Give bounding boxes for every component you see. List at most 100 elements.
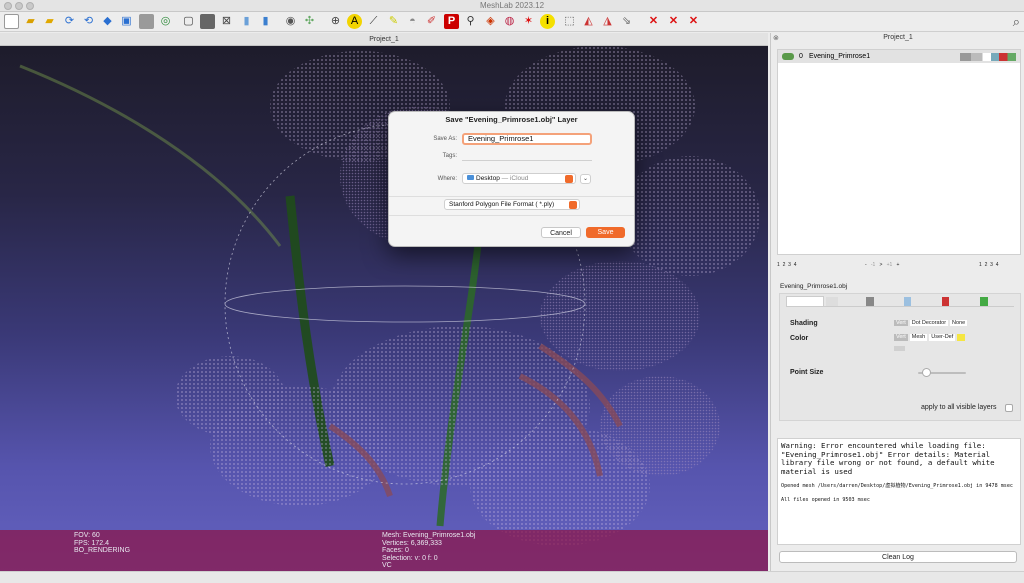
reload-icon[interactable]: ⟲	[81, 14, 96, 29]
chevron-updown-icon	[565, 175, 573, 183]
open-icon[interactable]: ▰	[23, 14, 38, 29]
tab-flat-icon[interactable]	[904, 297, 911, 306]
color-icon[interactable]: ◈	[483, 14, 498, 29]
select-region-icon[interactable]: ◮	[600, 14, 615, 29]
globe-icon[interactable]: ◍	[502, 14, 517, 29]
star-icon[interactable]: ✶	[521, 14, 536, 29]
clean-log-button[interactable]: Clean Log	[779, 551, 1017, 563]
point-size-slider[interactable]	[918, 368, 966, 377]
sphere-icon[interactable]: ◉	[283, 14, 298, 29]
layer-name: Evening_Primrose1	[809, 53, 871, 60]
align-icon[interactable]: ⊕	[328, 14, 343, 29]
save-layer-dialog: Save "Evening_Primrose1.obj" Layer Save …	[388, 111, 635, 247]
chevron-updown-icon	[569, 201, 577, 209]
camera-icon[interactable]: ▣	[119, 14, 134, 29]
select-cut-icon[interactable]: ⇘	[619, 14, 634, 29]
mesh-name: Mesh: Evening_Primrose1.obj	[382, 532, 476, 539]
delete-icon[interactable]: ✕	[646, 14, 661, 29]
lamp-icon[interactable]: ◓	[405, 14, 420, 29]
stack-icon[interactable]: ◎	[158, 14, 173, 29]
wireframe-icon[interactable]	[200, 14, 215, 29]
color-label: Color	[790, 335, 809, 342]
new-icon[interactable]	[4, 14, 19, 29]
tab-shading-icon[interactable]	[786, 296, 824, 307]
tags-field[interactable]	[462, 152, 592, 161]
measure-icon[interactable]: ⟋	[366, 14, 381, 29]
folder-icon	[467, 175, 474, 180]
layer-row[interactable]: 0 Evening_Primrose1	[778, 50, 1020, 63]
tab-texture-icon[interactable]	[980, 297, 988, 306]
layer-mode-icons[interactable]	[960, 53, 1016, 61]
main-toolbar: ▰ ▰ ⟳ ⟲ ◆ ▣ ◎ ▢ ⊠ ▮ ▮ ◉ ✣ ⊕ A ⟋ ✎ ◓ ✐ P …	[0, 12, 1024, 32]
viewport-tab[interactable]: Project_1	[0, 33, 768, 46]
decorator-layer-name: Evening_Primrose1.obj	[780, 283, 848, 290]
dialog-divider	[389, 196, 634, 197]
log-panel[interactable]: Warning: Error encountered while loading…	[777, 438, 1021, 545]
where-select[interactable]: Desktop — iCloud	[462, 173, 576, 184]
face-count: Faces: 0	[382, 547, 409, 554]
paint-icon[interactable]: ✎	[386, 14, 401, 29]
vertex-count: Vertices: 6,369,333	[382, 539, 442, 547]
shading-options[interactable]: Vert Dot Decorator None	[894, 320, 968, 326]
save-as-field[interactable]: Evening_Primrose1	[462, 133, 592, 145]
pager-mid[interactable]: - -1 > +1 +	[865, 262, 899, 268]
apply-all-checkbox[interactable]	[1005, 404, 1013, 412]
window-titlebar: MeshLab 2023.12	[0, 0, 1024, 12]
leaf-shape	[19, 64, 282, 247]
pager-left[interactable]: 1 2 3 4	[777, 262, 796, 268]
fps-readout: FPS: 172.4	[74, 539, 110, 547]
tags-label: Tags:	[442, 153, 457, 159]
render-mode: BO_RENDERING	[74, 547, 131, 554]
save-icon[interactable]: ⟳	[62, 14, 77, 29]
cancel-button[interactable]: Cancel	[541, 227, 581, 238]
points-icon[interactable]: ⊠	[219, 14, 234, 29]
pager-right[interactable]: 1 2 3 4	[979, 262, 998, 268]
axes-icon[interactable]: ✣	[302, 14, 317, 29]
status-bar	[0, 571, 1024, 583]
layer-list: 0 Evening_Primrose1	[777, 49, 1021, 255]
select-icon[interactable]: ⬚	[562, 14, 577, 29]
where-label: Where:	[437, 176, 457, 182]
box-icon[interactable]: ▢	[181, 14, 196, 29]
app-title: MeshLab 2023.12	[479, 1, 545, 10]
layer-dock: ⊗ Project_1 0 Evening_Primrose1 1 2 3 4 …	[770, 33, 1024, 571]
annotate-icon[interactable]: A	[347, 14, 362, 29]
log-all-files: All files opened in 9503 msec	[781, 497, 870, 504]
tab-color-icon[interactable]	[942, 297, 949, 306]
flat-icon[interactable]: ▮	[239, 14, 254, 29]
color-options[interactable]: Vert Mesh User-Def	[894, 334, 966, 341]
select-faces-icon[interactable]: ◭	[581, 14, 596, 29]
user-color-swatch[interactable]	[957, 334, 966, 341]
delete-vertices-icon[interactable]: ✕	[686, 14, 701, 29]
reload-all-icon[interactable]: ◆	[100, 14, 115, 29]
pick-icon[interactable]: P	[444, 14, 459, 29]
decorator-tabs	[786, 296, 1014, 307]
vc-flag: VC	[382, 562, 392, 569]
select-vertex-icon[interactable]: ⚲	[463, 14, 478, 29]
layers-icon[interactable]	[139, 14, 154, 29]
shading-label: Shading	[790, 320, 818, 327]
point-size-thumb[interactable]	[922, 368, 931, 377]
decorator-panel: Shading Vert Dot Decorator None Color Ve…	[779, 293, 1021, 421]
tab-points-icon[interactable]	[826, 297, 838, 306]
tab-wire-icon[interactable]	[866, 297, 874, 306]
info-icon[interactable]: i	[540, 14, 555, 29]
expand-button[interactable]: ⌄	[580, 174, 591, 184]
smooth-icon[interactable]: ▮	[258, 14, 273, 29]
search-icon[interactable]: ⌕	[1013, 14, 1020, 30]
format-select[interactable]: Stanford Polygon File Format ( *.ply)	[444, 199, 580, 210]
open-folder-icon[interactable]: ▰	[42, 14, 57, 29]
layer-index: 0	[799, 53, 803, 60]
point-size-label: Point Size	[790, 369, 824, 376]
log-opened: Opened mesh /Users/darren/Desktop/虚拟植物/E…	[781, 483, 1013, 490]
apply-all-label: apply to all visible layers	[921, 404, 997, 411]
delete-faces-icon[interactable]: ✕	[666, 14, 681, 29]
fov-readout: FOV: 60	[74, 532, 100, 539]
dialog-title: Save "Evening_Primrose1.obj" Layer	[445, 115, 578, 124]
selection-count: Selection: v: 0 f: 0	[382, 554, 438, 562]
save-button[interactable]: Save	[586, 227, 625, 238]
3d-viewport[interactable]: FOV: 60 FPS: 172.4 BO_RENDERING Mesh: Ev…	[0, 46, 768, 571]
brush-icon[interactable]: ✐	[424, 14, 439, 29]
extra-toggle[interactable]	[894, 346, 905, 351]
visibility-eye-icon[interactable]	[782, 53, 794, 60]
